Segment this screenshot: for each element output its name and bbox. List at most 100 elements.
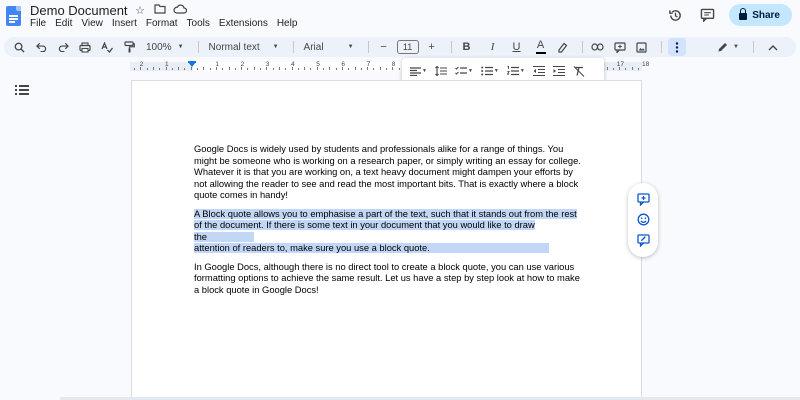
pencil-icon	[718, 42, 728, 51]
font-value: Arial	[303, 41, 324, 53]
menu-file[interactable]: File	[30, 18, 46, 29]
cloud-status-icon[interactable]	[173, 4, 188, 17]
ruler-number: 18	[641, 61, 650, 68]
title-bar: Demo Document ☆ File Edit View Insert Fo…	[0, 0, 800, 34]
folder-move-icon[interactable]	[153, 4, 167, 17]
paragraph-block-quote-selected[interactable]: A Block quote allows you to emphasise a …	[194, 208, 582, 255]
decrease-font-size-button[interactable]: −	[375, 38, 393, 56]
left-indent-marker[interactable]	[188, 62, 196, 67]
zoom-select[interactable]: 100% ▼	[142, 42, 188, 53]
ruler-tick	[316, 67, 318, 70]
suggest-edits-icon[interactable]	[635, 233, 651, 249]
docs-logo-icon[interactable]	[6, 6, 21, 26]
ruler-tick	[134, 68, 135, 70]
paragraph-style-select[interactable]: Normal text ▼	[205, 42, 283, 53]
document-title[interactable]: Demo Document	[30, 3, 128, 18]
ruler-tick	[247, 68, 249, 70]
history-icon[interactable]	[665, 5, 685, 25]
toolbar-divider	[197, 41, 199, 53]
zoom-value: 100%	[146, 41, 172, 53]
text-color-swatch	[535, 52, 546, 54]
caret-down-icon: ▼	[272, 44, 279, 50]
toolbar-divider	[292, 41, 294, 53]
numbered-list-icon	[506, 66, 519, 76]
italic-button[interactable]: I	[484, 38, 502, 56]
ruler-tick	[222, 68, 224, 70]
font-select[interactable]: Arial ▼	[300, 42, 358, 53]
checklist-icon	[455, 66, 467, 75]
text-color-button[interactable]: A	[532, 38, 550, 56]
ruler-tick	[241, 67, 243, 70]
add-comment-icon[interactable]	[611, 38, 629, 56]
ruler-tick	[234, 68, 236, 70]
selected-line: attention of readers to, make sure you u…	[194, 243, 430, 253]
menu-format[interactable]: Format	[146, 18, 178, 29]
star-icon[interactable]: ☆	[133, 4, 147, 17]
ruler-tick	[159, 68, 161, 70]
menu-tools[interactable]: Tools	[187, 18, 210, 29]
paragraph-intro[interactable]: Google Docs is widely used by students a…	[194, 144, 586, 202]
ruler-tick	[373, 68, 375, 70]
bulleted-list-dropdown[interactable]: ▼	[479, 63, 501, 79]
ruler-tick	[619, 67, 621, 70]
add-emoji-reaction-icon[interactable]	[635, 212, 651, 228]
ruler-tick	[297, 68, 299, 70]
redo-icon[interactable]	[54, 38, 72, 56]
highlight-color-icon[interactable]	[554, 38, 572, 56]
print-icon[interactable]	[76, 38, 94, 56]
underline-button[interactable]: U	[508, 38, 526, 56]
toolbar-right: ▼	[717, 38, 786, 56]
line-spacing-icon[interactable]	[433, 63, 449, 79]
ruler-tick	[266, 67, 268, 70]
menu-view[interactable]: View	[81, 18, 103, 29]
spellcheck-icon[interactable]	[98, 38, 116, 56]
checklist-dropdown[interactable]: ▼	[453, 63, 475, 79]
document-page[interactable]: Google Docs is widely used by students a…	[131, 80, 642, 400]
ruler-tick	[335, 68, 337, 70]
document-body[interactable]: Google Docs is widely used by students a…	[194, 144, 586, 303]
menu-extensions[interactable]: Extensions	[219, 18, 268, 29]
ruler-tick	[152, 67, 154, 70]
paragraph-style-value: Normal text	[208, 41, 260, 53]
paint-format-icon[interactable]	[120, 38, 138, 56]
insert-image-icon[interactable]	[633, 38, 651, 56]
align-dropdown[interactable]: ▼	[408, 63, 429, 79]
share-label: Share	[752, 9, 780, 21]
increase-indent-icon[interactable]	[551, 63, 567, 79]
ruler-tick	[178, 67, 180, 70]
ruler-tick	[285, 68, 287, 70]
increase-font-size-button[interactable]: +	[423, 38, 441, 56]
font-size-input[interactable]: 11	[396, 40, 419, 54]
menu-edit[interactable]: Edit	[55, 18, 72, 29]
floating-actions	[628, 183, 658, 257]
share-button[interactable]: Share	[729, 4, 792, 26]
ruler-tick	[612, 68, 614, 70]
insert-link-icon[interactable]	[589, 38, 607, 56]
paragraph-how-to[interactable]: In Google Docs, although there is no dir…	[194, 262, 586, 297]
collapse-toolbar-icon[interactable]	[764, 38, 782, 56]
ruler-number: 17	[616, 61, 625, 68]
ruler-tick	[171, 68, 173, 70]
toolbar-divider	[581, 41, 583, 53]
ruler-tick	[228, 67, 230, 70]
add-comment-icon[interactable]	[635, 191, 651, 207]
search-menus-icon[interactable]	[10, 38, 28, 56]
bold-button[interactable]: B	[458, 38, 476, 56]
more-options-icon[interactable]	[667, 38, 686, 56]
editing-mode-button[interactable]: ▼	[717, 38, 739, 56]
ruler-tick	[209, 68, 211, 70]
align-left-icon	[410, 66, 421, 76]
document-outline-icon[interactable]	[15, 84, 29, 96]
ruler-tick	[398, 68, 400, 70]
clear-formatting-icon[interactable]	[571, 63, 587, 79]
undo-icon[interactable]	[32, 38, 50, 56]
ruler-tick	[184, 68, 186, 70]
text-color-letter: A	[536, 39, 545, 51]
ruler-tick	[638, 68, 639, 70]
ruler-tick	[310, 68, 312, 70]
menu-insert[interactable]: Insert	[112, 18, 137, 29]
menu-help[interactable]: Help	[277, 18, 298, 29]
numbered-list-dropdown[interactable]: ▼	[505, 63, 527, 79]
comment-icon[interactable]	[697, 5, 717, 25]
decrease-indent-icon[interactable]	[531, 63, 547, 79]
